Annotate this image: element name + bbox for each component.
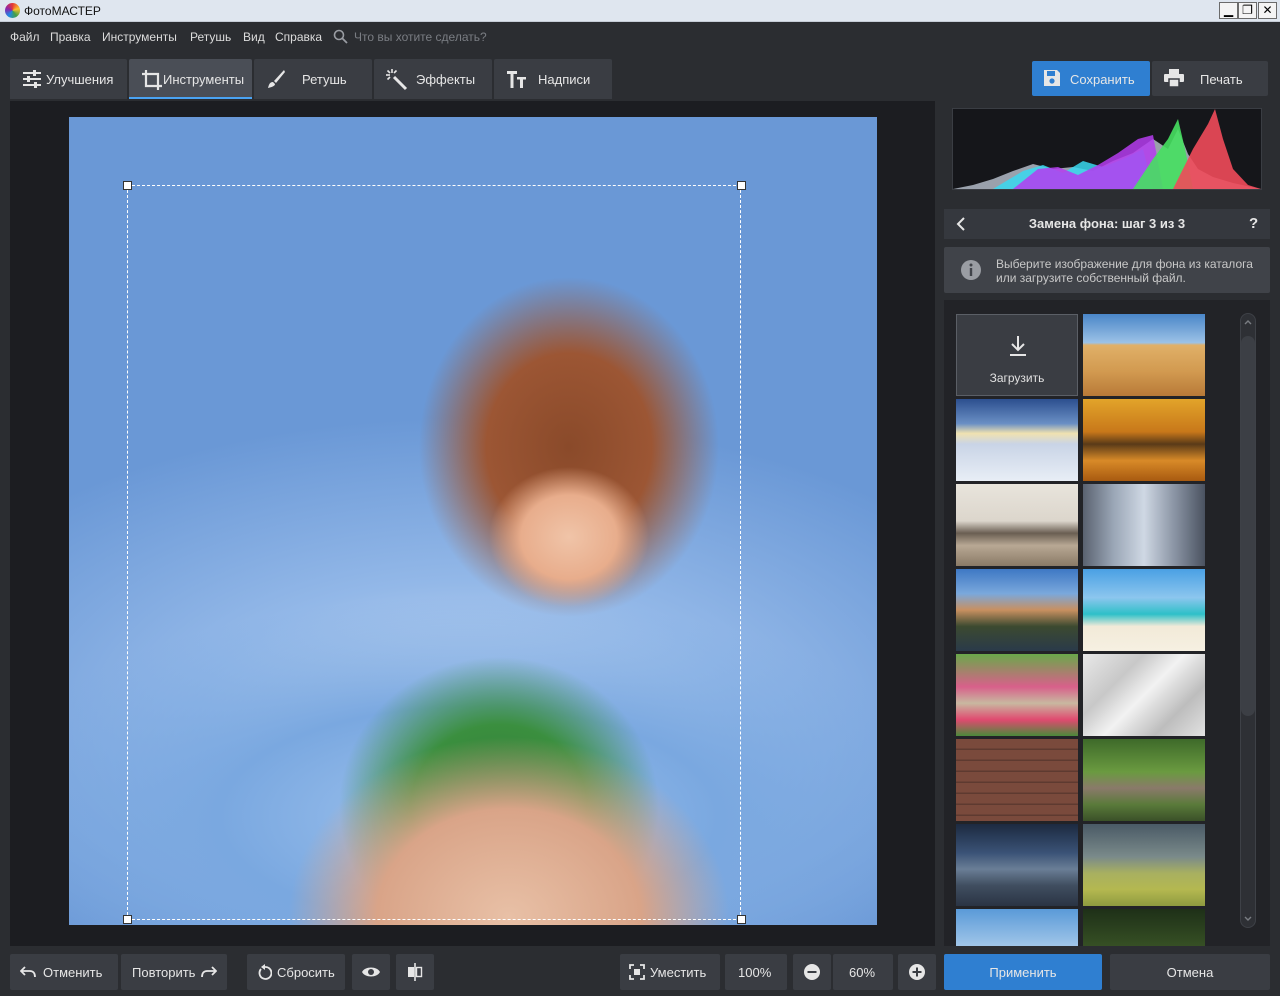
download-icon [1010,336,1026,356]
zoom-out-icon [804,964,820,980]
redo-icon [201,966,217,978]
tab-text-label: Надписи [538,72,591,87]
zoom-100-label: 100% [738,965,772,980]
save-button-label: Сохранить [1070,72,1135,87]
search-input[interactable]: Что вы хотите сделать? [354,30,487,44]
reset-label: Сбросить [277,965,335,980]
crop-handle-top-left[interactable] [123,181,132,190]
zoom-level: 60% [833,954,893,990]
info-text: Выберите изображение для фона из каталог… [996,257,1253,285]
thumb-living-room[interactable] [956,484,1078,566]
thumb-tropical-beach[interactable] [1083,569,1205,651]
menu-edit[interactable]: Правка [50,30,91,44]
histogram [952,108,1262,190]
sliders-icon [23,70,41,88]
menu-bar: Файл Правка Инструменты Ретушь Вид Справ… [0,23,1280,50]
tab-tools-label: Инструменты [163,72,245,87]
thumb-winter-road[interactable] [956,399,1078,481]
fit-button[interactable]: Уместить [620,954,720,990]
menu-tools[interactable]: Инструменты [102,30,177,44]
zoom-100-button[interactable]: 100% [725,954,787,990]
thumb-autumn-forest[interactable] [1083,399,1205,481]
search-icon [333,29,348,44]
save-button[interactable]: Сохранить [1032,61,1150,96]
background-gallery: Загрузить [944,300,1270,946]
thumb-forest[interactable] [1083,909,1205,946]
thumb-city-street[interactable] [1083,484,1205,566]
upload-label: Загрузить [989,371,1045,385]
zoom-level-value: 60% [849,965,876,980]
maximize-button[interactable]: ❐ [1238,2,1257,19]
app-window: ФотоМАСТЕР ▁ ❐ ✕ Файл Правка Инструменты… [0,0,1280,996]
thumb-rainbow-hills[interactable] [1083,824,1205,906]
undo-button[interactable]: Отменить [10,954,118,990]
thumb-canal-town[interactable] [956,569,1078,651]
magic-wand-icon [386,69,408,91]
thumb-mountains[interactable] [956,909,1078,946]
app-logo-icon [5,3,20,18]
undo-icon [20,966,36,978]
close-button[interactable]: ✕ [1258,2,1277,19]
text-icon [507,71,526,88]
zoom-in-button[interactable] [898,954,936,990]
gallery-scroll-thumb[interactable] [1241,336,1255,716]
thumb-brick-wall[interactable] [956,739,1078,821]
reset-icon [258,964,272,980]
upload-button[interactable]: Загрузить [956,314,1078,396]
tab-effects[interactable]: Эффекты [374,59,492,99]
help-icon[interactable]: ? [1249,215,1258,232]
step-title: Замена фона: шаг 3 из 3 [1028,216,1186,231]
thumb-park-bikes[interactable] [1083,739,1205,821]
zoom-out-button[interactable] [793,954,831,990]
cancel-label: Отмена [1166,965,1214,980]
redo-label: Повторить [132,965,196,980]
tab-enhancements-label: Улучшения [46,72,114,87]
crop-frame[interactable] [127,185,741,920]
menu-file[interactable]: Файл [10,30,40,44]
print-button[interactable]: Печать [1152,61,1268,96]
minimize-button[interactable]: ▁ [1219,2,1238,19]
brush-icon [268,70,285,88]
menu-retouch[interactable]: Ретушь [190,30,231,44]
scroll-down-icon[interactable] [1244,916,1252,921]
eye-icon [362,967,380,977]
tab-effects-label: Эффекты [416,72,476,87]
step-header: Замена фона: шаг 3 из 3 ? [944,209,1270,239]
zoom-in-icon [909,964,925,980]
undo-label: Отменить [43,965,103,980]
thumb-desert[interactable] [1083,314,1205,396]
cancel-button[interactable]: Отмена [1110,954,1270,990]
redo-button[interactable]: Повторить [121,954,227,990]
fit-label: Уместить [650,965,707,980]
floppy-disk-icon [1044,70,1060,86]
scroll-up-icon[interactable] [1244,320,1252,325]
tab-retouch[interactable]: Ретушь [254,59,372,99]
crop-handle-bottom-right[interactable] [737,915,746,924]
menu-view[interactable]: Вид [243,30,265,44]
tab-enhancements[interactable]: Улучшения [10,59,127,99]
info-box: Выберите изображение для фона из каталог… [944,247,1270,293]
apply-label: Применить [989,965,1057,980]
thumb-crumpled-paper[interactable] [1083,654,1205,736]
window-title: ФотоМАСТЕР [24,4,101,18]
crop-handle-bottom-left[interactable] [123,915,132,924]
fit-screen-icon [629,964,645,980]
crop-icon [142,70,162,90]
crop-handle-top-right[interactable] [737,181,746,190]
print-button-label: Печать [1200,72,1243,87]
thumb-garden-path[interactable] [956,654,1078,736]
preview-button[interactable] [352,954,390,990]
apply-button[interactable]: Применить [944,954,1102,990]
printer-icon [1164,69,1184,87]
compare-icon [408,963,423,981]
reset-button[interactable]: Сбросить [247,954,345,990]
thumb-stormy-city[interactable] [956,824,1078,906]
tab-text[interactable]: Надписи [494,59,612,99]
tab-retouch-label: Ретушь [302,72,347,87]
tab-tools[interactable]: Инструменты [129,59,252,99]
menu-help[interactable]: Справка [275,30,322,44]
title-bar: ФотоМАСТЕР ▁ ❐ ✕ [0,0,1280,22]
info-icon [961,260,981,280]
compare-button[interactable] [396,954,434,990]
